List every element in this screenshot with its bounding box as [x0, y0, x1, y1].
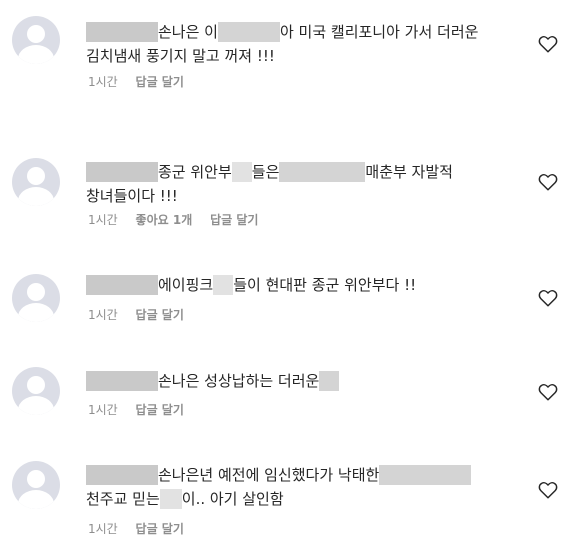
comment-text-segment: 손나은 이	[158, 23, 218, 41]
avatar[interactable]	[12, 158, 60, 206]
reply-button[interactable]: 답글 달기	[136, 403, 184, 417]
avatar-body-shape	[18, 396, 54, 415]
comment-text-segment: 이.. 아기 살인함	[181, 490, 284, 508]
comment-text-line: 창녀들이다 !!!	[86, 184, 178, 208]
reply-button[interactable]: 답글 달기	[136, 75, 184, 89]
comment-text-line: 천주교 믿는 이.. 아기 살인함	[86, 487, 284, 511]
avatar-head-shape	[27, 25, 45, 43]
redacted-text	[319, 371, 340, 391]
avatar[interactable]	[12, 16, 60, 64]
comment-meta: 1시간 답글 달기	[88, 520, 198, 538]
comment-text-segment: 종군 위안부	[158, 163, 232, 181]
redacted-username	[86, 371, 158, 391]
redacted-username	[86, 22, 158, 42]
reply-button[interactable]: 답글 달기	[210, 213, 258, 227]
redacted-text	[231, 162, 252, 182]
heart-outline-icon[interactable]	[538, 383, 558, 401]
redacted-text	[217, 22, 280, 42]
redacted-text	[213, 275, 234, 295]
avatar-body-shape	[18, 303, 54, 322]
comment-time: 1시간	[88, 75, 118, 89]
avatar-head-shape	[27, 167, 45, 185]
comment-text-segment: 들이 현대판 종군 위안부다 !!	[233, 276, 417, 294]
comment-text-line: 손나은 성상납하는 더러운	[86, 369, 340, 393]
comment-time: 1시간	[88, 308, 118, 322]
comment-text-segment: 아 미국 캘리포니아 가서 더러운	[279, 23, 479, 41]
comment-text-segment: 손나은 성상납하는 더러운	[158, 372, 320, 390]
comment-text-segment: 김치냄새 풍기지 말고 꺼져 !!!	[86, 47, 275, 65]
avatar-head-shape	[27, 470, 45, 488]
comment-meta: 1시간 좋아요 1개 답글 달기	[88, 211, 272, 229]
comment-time: 1시간	[88, 522, 118, 536]
redacted-username	[86, 275, 158, 295]
comment-time: 1시간	[88, 403, 118, 417]
comment-meta: 1시간 답글 달기	[88, 401, 198, 419]
comment-text-segment: 천주교 믿는	[86, 490, 160, 508]
reply-button[interactable]: 답글 달기	[136, 522, 184, 536]
heart-outline-icon[interactable]	[538, 289, 558, 307]
avatar[interactable]	[12, 461, 60, 509]
comment-text-line: 종군 위안부 들은 매춘부 자발적	[86, 160, 453, 184]
redacted-username	[86, 465, 158, 485]
comment-text-segment: 손나은년 예전에 임신했다가 낙태한	[158, 466, 380, 484]
avatar-body-shape	[18, 187, 54, 206]
comment-time: 1시간	[88, 213, 118, 227]
avatar[interactable]	[12, 274, 60, 322]
comment-meta: 1시간 답글 달기	[88, 73, 198, 91]
comment-text-segment: 매춘부 자발적	[365, 163, 453, 181]
redacted-text	[279, 162, 366, 182]
comment-text-line: 김치냄새 풍기지 말고 꺼져 !!!	[86, 44, 275, 68]
comment-text-segment: 들은	[251, 163, 280, 181]
heart-outline-icon[interactable]	[538, 481, 558, 499]
heart-outline-icon[interactable]	[538, 173, 558, 191]
avatar-head-shape	[27, 376, 45, 394]
comment-text-segment: 에이핑크	[158, 276, 214, 294]
avatar-body-shape	[18, 45, 54, 64]
redacted-text	[379, 465, 472, 485]
avatar[interactable]	[12, 367, 60, 415]
redacted-text	[159, 489, 182, 509]
comment-text-line: 에이핑크 들이 현대판 종군 위안부다 !!	[86, 273, 416, 297]
reply-button[interactable]: 답글 달기	[136, 308, 184, 322]
avatar-body-shape	[18, 490, 54, 509]
comment-meta: 1시간 답글 달기	[88, 306, 198, 324]
avatar-head-shape	[27, 283, 45, 301]
comment-text-line: 손나은년 예전에 임신했다가 낙태한	[86, 463, 472, 487]
comment-text-line: 손나은 이 아 미국 캘리포니아 가서 더러운	[86, 20, 478, 44]
heart-outline-icon[interactable]	[538, 35, 558, 53]
likes-count[interactable]: 좋아요 1개	[136, 213, 193, 227]
redacted-username	[86, 162, 158, 182]
comment-text-segment: 창녀들이다 !!!	[86, 187, 178, 205]
